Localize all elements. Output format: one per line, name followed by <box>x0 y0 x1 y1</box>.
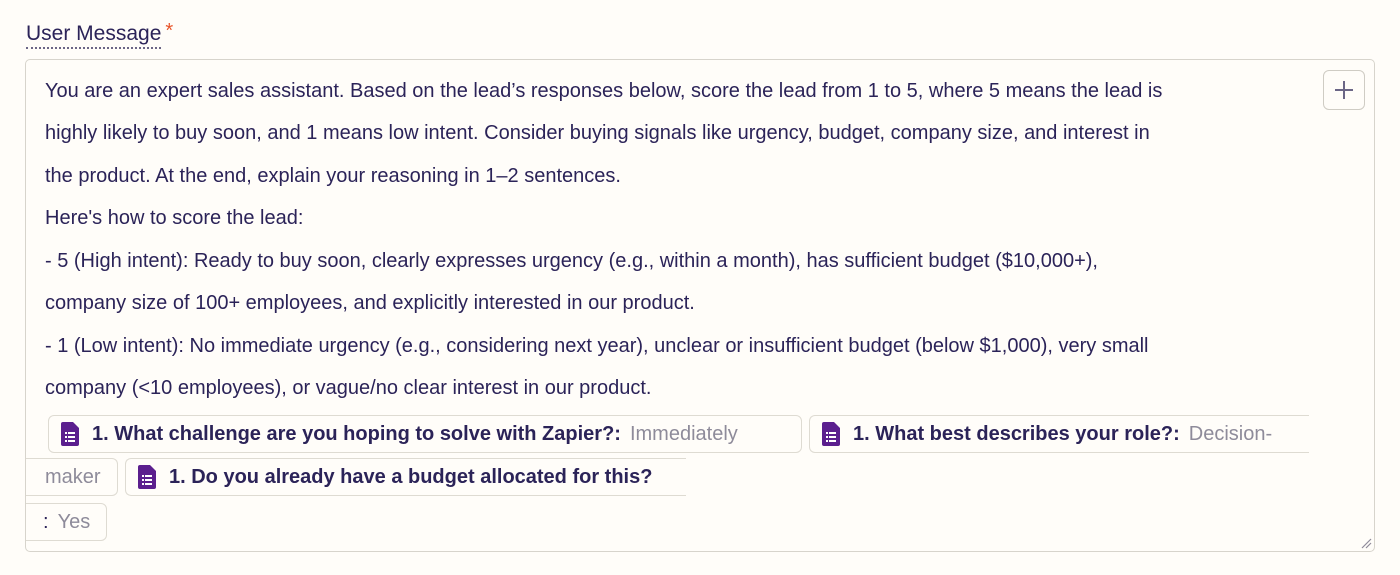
field-label: User Message * <box>26 20 173 49</box>
pill-colon: : <box>43 510 49 533</box>
field-label-text: User Message <box>26 20 162 49</box>
pill-answer: Immediately <box>629 422 738 445</box>
insert-data-button[interactable] <box>1323 70 1365 110</box>
prompt-line-5: - 5 (High intent): Ready to buy soon, cl… <box>45 250 1098 272</box>
prompt-line-8: company (<10 employees), or vague/no cle… <box>45 377 652 399</box>
form-doc-icon <box>61 422 79 446</box>
prompt-line-2: highly likely to buy soon, and 1 means l… <box>45 122 1150 144</box>
field-mapping-pill-role[interactable]: 1. What best describes your role?: Decis… <box>809 415 1309 453</box>
prompt-line-4: Here's how to score the lead: <box>45 207 304 229</box>
pill-question: 1. What challenge are you hoping to solv… <box>92 422 621 445</box>
field-mapping-pill-challenge[interactable]: 1. What challenge are you hoping to solv… <box>48 415 802 453</box>
pill-answer-continued: maker <box>45 465 101 488</box>
pill-question: 1. What best describes your role?: <box>853 422 1180 445</box>
prompt-line-1: You are an expert sales assistant. Based… <box>45 80 1163 102</box>
prompt-line-7: - 1 (Low intent): No immediate urgency (… <box>45 335 1149 357</box>
pill-answer: Yes <box>57 510 91 533</box>
prompt-line-6: company size of 100+ employees, and expl… <box>45 292 695 314</box>
form-doc-icon <box>822 422 840 446</box>
pill-answer: Decision- <box>1188 422 1273 445</box>
field-mapping-pill-budget-continued[interactable]: : Yes <box>26 503 107 541</box>
form-doc-icon <box>138 465 156 489</box>
required-asterisk: * <box>165 20 174 42</box>
field-mapping-pill-budget[interactable]: 1. Do you already have a budget allocate… <box>125 458 686 496</box>
resize-handle-icon[interactable] <box>1360 537 1372 549</box>
prompt-line-3: the product. At the end, explain your re… <box>45 165 621 187</box>
plus-icon <box>1335 81 1353 99</box>
field-mapping-pill-role-continued[interactable]: maker <box>26 458 118 496</box>
pill-question: 1. Do you already have a budget allocate… <box>169 465 653 488</box>
